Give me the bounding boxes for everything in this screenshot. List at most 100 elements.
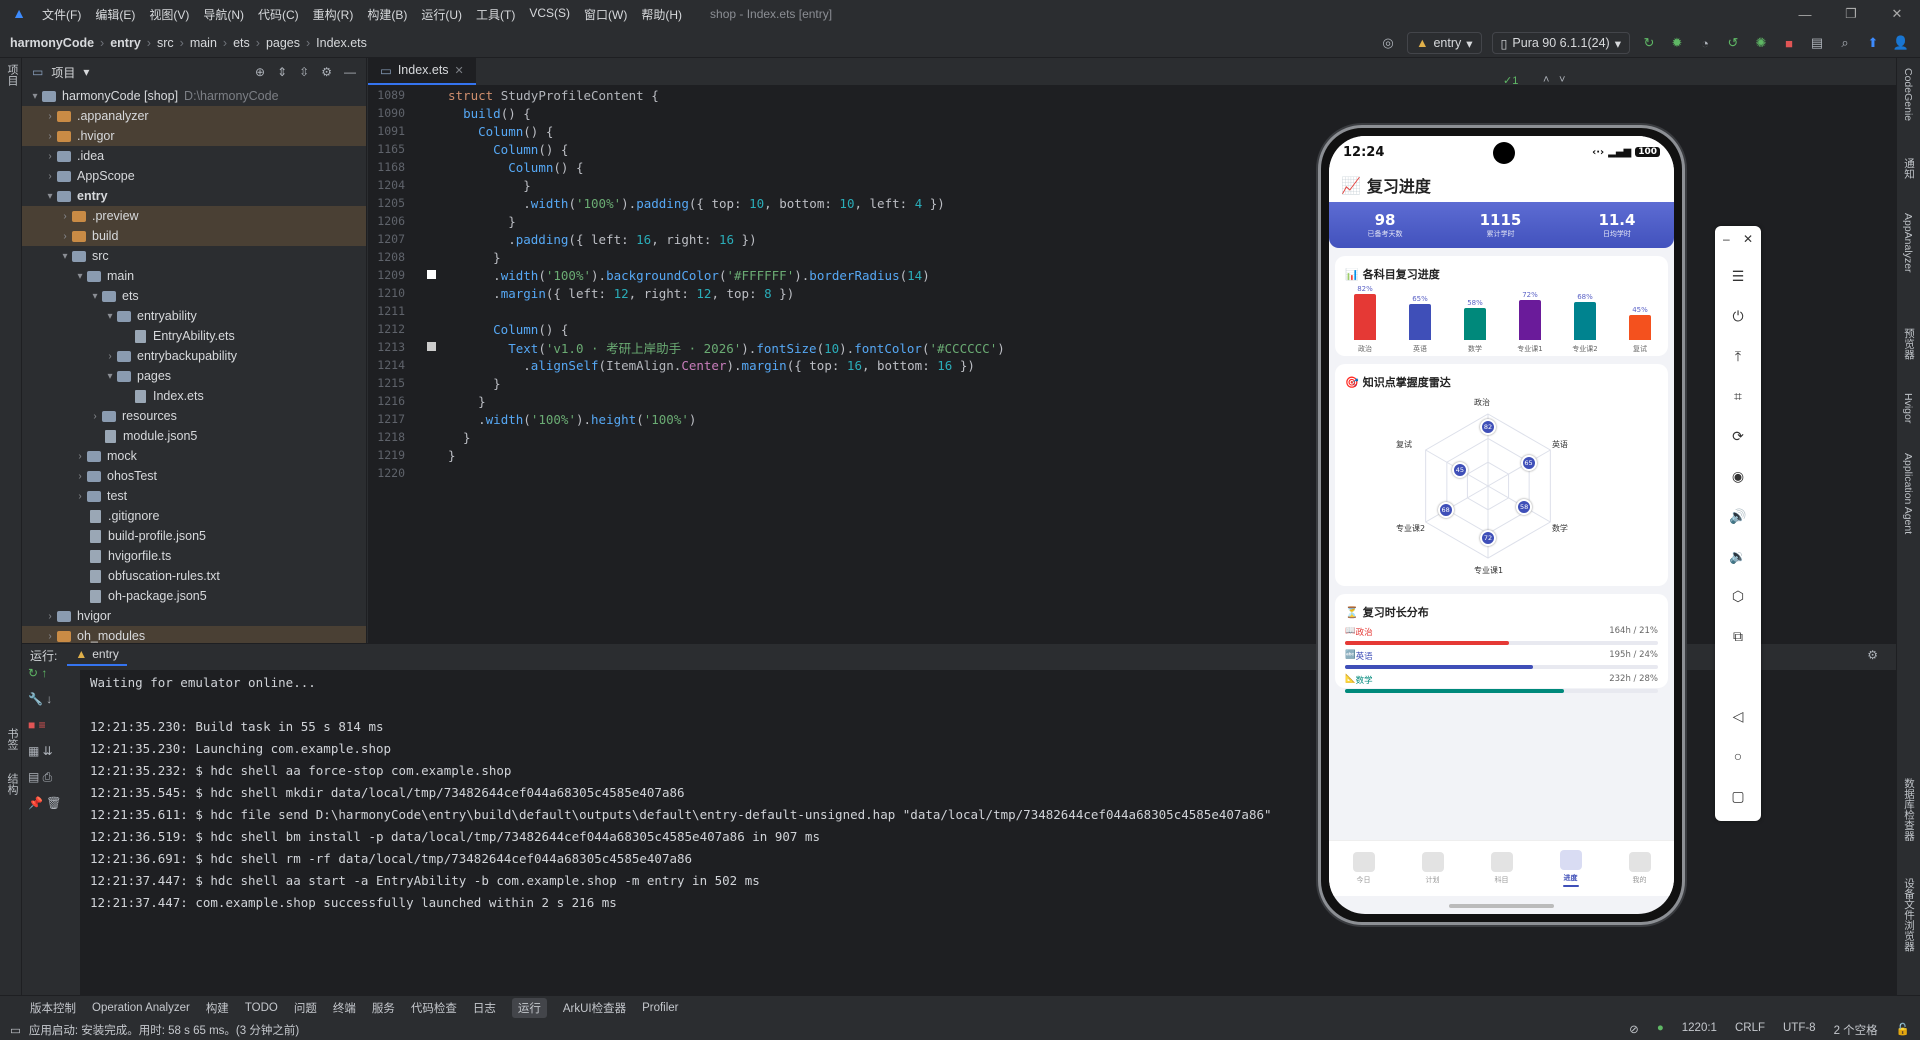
tree-item[interactable]: › .preview [22, 206, 366, 226]
tab-index-ets[interactable]: ▭ Index.ets ✕ [368, 57, 476, 85]
close-icon[interactable]: ✕ [1715, 232, 1761, 246]
crop-icon[interactable]: ⌗ [1715, 388, 1761, 405]
chevron-down-icon[interactable]: ▾ [58, 251, 72, 262]
gutter[interactable] [423, 338, 448, 356]
chevron-down-icon[interactable]: ▾ [43, 191, 57, 202]
home-indicator[interactable] [1449, 904, 1554, 908]
project-panel-title[interactable]: 项目 [51, 64, 75, 81]
chevron-right-icon[interactable]: › [43, 111, 57, 122]
tool-window-4[interactable]: 问题 [294, 1000, 317, 1016]
volume-down-icon[interactable]: 🔉 [1715, 548, 1761, 565]
gear-icon[interactable]: ⚙ [321, 65, 332, 79]
tree-item[interactable]: EntryAbility.ets [22, 326, 366, 346]
pin-icon[interactable]: 📌 🗑 [22, 796, 78, 822]
update-icon[interactable]: ⬆ [1864, 35, 1882, 51]
tool-structure[interactable]: 结构 [4, 773, 20, 795]
tree-item[interactable]: ▾ pages [22, 366, 366, 386]
apply-changes-icon[interactable]: ↺ [1724, 35, 1742, 51]
tool-project[interactable]: 项目 [4, 64, 20, 86]
chevron-right-icon[interactable]: › [88, 411, 102, 422]
tab-4[interactable]: 我的 [1628, 852, 1651, 885]
tool-application-agent[interactable]: Application Agent [1902, 453, 1914, 534]
print-icon[interactable]: ▤ ⎙ [22, 770, 78, 796]
breadcrumb-item[interactable]: harmonyCode [10, 36, 94, 50]
status-message[interactable]: 应用启动: 安装完成。用时: 58 s 65 ms。(3 分钟之前) [29, 1022, 299, 1038]
chevron-right-icon[interactable]: › [43, 171, 57, 182]
gutter[interactable] [423, 284, 448, 302]
power-icon[interactable]: ⏻ [1715, 308, 1761, 325]
gutter[interactable] [423, 140, 448, 158]
tool-window-5[interactable]: 终端 [333, 1000, 356, 1016]
tree-item[interactable]: › .idea [22, 146, 366, 166]
tab-2[interactable]: 科目 [1490, 852, 1513, 885]
emulator-screen[interactable]: 12:24 ‹·› ▂▄▆ 100 📈 复习进度 98 已备考天数 1115 累计学时… [1329, 136, 1674, 914]
tree-item[interactable]: module.json5 [22, 426, 366, 446]
menu-item[interactable]: 工具(T) [476, 6, 515, 23]
inspection-badge[interactable]: ✓1 [1503, 74, 1518, 87]
collapse-all-icon[interactable]: ⇳ [299, 65, 309, 79]
tool-notifications[interactable]: 通知 [1902, 158, 1917, 179]
rerun-icon[interactable]: ↻ ↑ [22, 666, 78, 692]
gutter[interactable] [423, 374, 448, 392]
gutter[interactable] [423, 104, 448, 122]
pin-top-icon[interactable]: ⤒ [1715, 348, 1761, 365]
gutter[interactable] [423, 176, 448, 194]
location-icon[interactable]: ◉ [1715, 468, 1761, 485]
chevron-down-icon[interactable]: ▾ [73, 271, 87, 282]
chevron-right-icon[interactable]: › [73, 451, 87, 462]
menu-item[interactable]: 代码(C) [258, 6, 299, 23]
code-line[interactable]: 1089 struct StudyProfileContent { [368, 86, 1608, 104]
tool-window-2[interactable]: 构建 [206, 1000, 229, 1016]
no-lock-icon[interactable]: ⊘ [1629, 1022, 1639, 1038]
line-separator[interactable]: CRLF [1735, 1022, 1765, 1038]
chevron-right-icon[interactable]: › [58, 211, 72, 222]
tree-item[interactable]: .gitignore [22, 506, 366, 526]
locate-icon[interactable]: ⊕ [255, 65, 265, 79]
profile-icon[interactable]: ◔ [1696, 36, 1714, 51]
target-icon[interactable]: ◎ [1379, 35, 1397, 51]
device-selector[interactable]: ▯ Pura 90 6.1.1(24) ▾ [1491, 32, 1630, 54]
attach-debugger-icon[interactable]: ✺ [1752, 35, 1770, 51]
gutter[interactable] [423, 158, 448, 176]
tree-item[interactable]: hvigorfile.ts [22, 546, 366, 566]
run-config-selector[interactable]: ▲ entry ▾ [1407, 32, 1482, 54]
breadcrumb-item[interactable]: ets [233, 36, 250, 50]
shake-icon[interactable]: ⬡ [1715, 588, 1761, 605]
tree-item[interactable]: › resources [22, 406, 366, 426]
tree-item[interactable]: oh-package.json5 [22, 586, 366, 606]
menu-item[interactable]: 帮助(H) [641, 6, 682, 23]
menu-item[interactable]: 重构(R) [313, 6, 354, 23]
tree-item[interactable]: ▾ main [22, 266, 366, 286]
chevron-down-icon[interactable]: ˅ [1559, 74, 1565, 86]
tree-item[interactable]: ▾ entry [22, 186, 366, 206]
menu-icon[interactable]: ☰ [1715, 268, 1761, 285]
chevron-down-icon[interactable]: ▾ [103, 371, 117, 382]
tree-item[interactable]: › mock [22, 446, 366, 466]
gutter[interactable] [423, 194, 448, 212]
menu-item[interactable]: 运行(U) [421, 6, 462, 23]
run-tab-entry[interactable]: ▲ entry [67, 644, 127, 666]
indent-setting[interactable]: 2 个空格 [1834, 1022, 1878, 1038]
tool-codegenie[interactable]: CodeGenie [1902, 68, 1914, 121]
tree-item[interactable]: › .appanalyzer [22, 106, 366, 126]
gutter[interactable] [423, 464, 448, 482]
tree-item[interactable]: ▾ ets [22, 286, 366, 306]
tree-item[interactable]: Index.ets [22, 386, 366, 406]
chevron-down-icon[interactable]: ▾ [88, 291, 102, 302]
menu-item[interactable]: 编辑(E) [95, 6, 135, 23]
expand-all-icon[interactable]: ⇕ [277, 65, 287, 79]
tool-window-8[interactable]: 日志 [473, 1000, 496, 1016]
minimize-icon[interactable]: — [1782, 0, 1828, 28]
tool-window-9[interactable]: 运行 [511, 997, 547, 1018]
menu-item[interactable]: 导航(N) [203, 6, 244, 23]
tool-window-10[interactable]: ArkUI检查器 [563, 1000, 626, 1016]
gutter[interactable] [423, 356, 448, 374]
chevron-right-icon[interactable]: › [103, 351, 117, 362]
device-manager-icon[interactable]: ▤ [1808, 35, 1826, 51]
close-icon[interactable]: ✕ [455, 64, 464, 77]
breadcrumb-item[interactable]: pages [266, 36, 300, 50]
lock-icon[interactable]: 🔓 [1896, 1022, 1910, 1038]
chevron-down-icon[interactable]: ▾ [28, 91, 42, 102]
tool-window-11[interactable]: Profiler [642, 1002, 678, 1014]
menu-item[interactable]: 视图(V) [149, 6, 189, 23]
